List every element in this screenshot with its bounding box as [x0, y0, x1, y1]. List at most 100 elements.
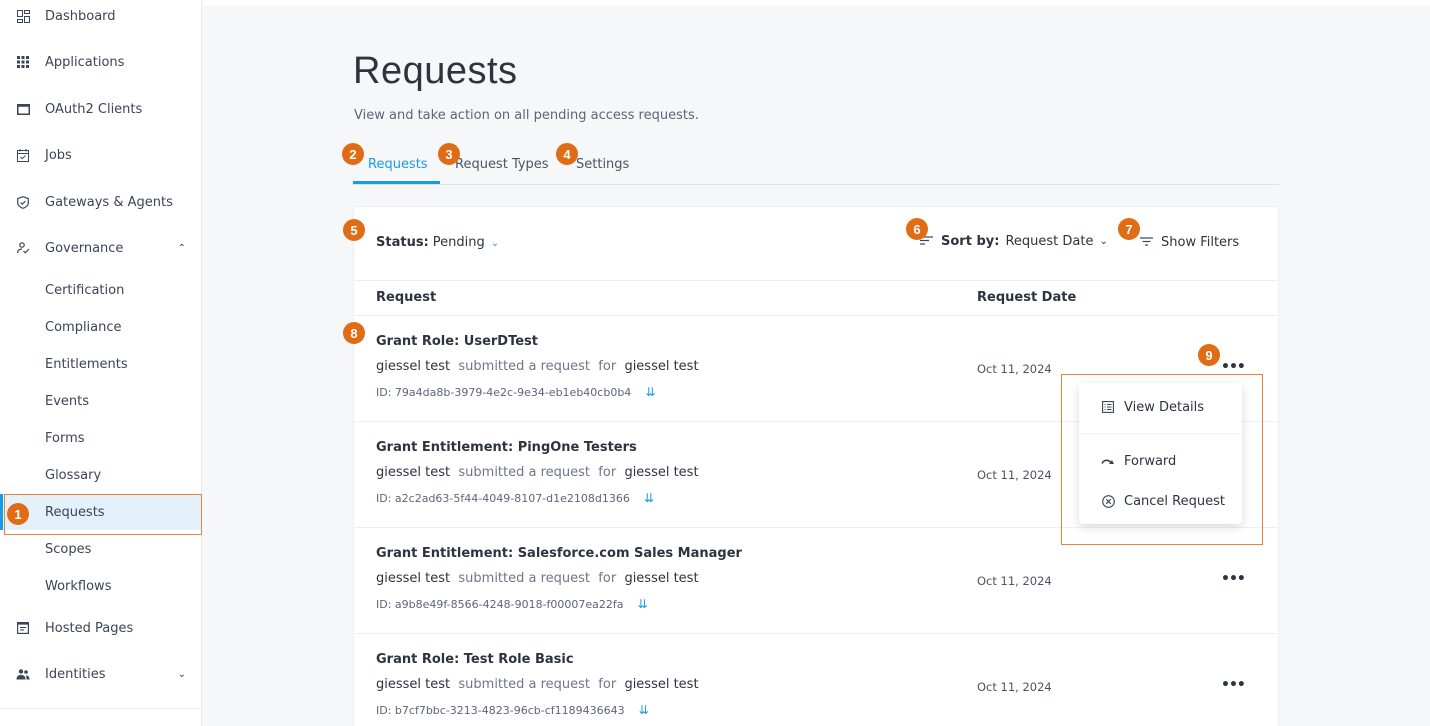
sidebar-item-compliance[interactable]: Compliance: [0, 309, 202, 345]
sidebar-item-entitlements[interactable]: Entitlements: [0, 346, 202, 382]
status-filter-dropdown[interactable]: Status: Pending ⌄: [376, 235, 499, 250]
row-actions-menu: View Details Forward Cancel Request: [1079, 383, 1242, 524]
sort-value: Request Date: [1005, 234, 1094, 249]
request-id: ID: a9b8e49f-8566-4248-9018-f00007ea22fa…: [376, 597, 648, 611]
sidebar-item-hosted-pages[interactable]: Hosted Pages: [0, 610, 202, 646]
chevron-down-icon[interactable]: ⌄: [178, 669, 186, 680]
sidebar-item-workflows[interactable]: Workflows: [0, 568, 202, 604]
request-title: Grant Entitlement: Salesforce.com Sales …: [376, 546, 742, 561]
dashboard-icon: [15, 8, 31, 24]
request-date: Oct 11, 2024: [977, 362, 1052, 376]
sidebar-item-label: Dashboard: [45, 8, 116, 24]
sidebar-item-label: Applications: [45, 54, 125, 70]
request-action: submitted a request: [458, 359, 591, 374]
request-action: submitted a request: [458, 571, 591, 586]
request-title: Grant Entitlement: PingOne Testers: [376, 440, 637, 455]
sidebar-item-label: Gateways & Agents: [45, 194, 173, 210]
sidebar-item-governance[interactable]: Governance ⌃: [0, 230, 202, 266]
sidebar-item-label: Workflows: [45, 578, 112, 594]
page-title: Requests: [353, 50, 518, 92]
menu-item-view-details[interactable]: View Details: [1079, 392, 1242, 422]
request-id-text: ID: a9b8e49f-8566-4248-9018-f00007ea22fa: [376, 597, 624, 611]
annotation-badge: 5: [343, 219, 365, 241]
request-summary: giessel test submitted a request for gie…: [376, 465, 699, 480]
menu-item-label: Forward: [1124, 453, 1177, 469]
request-for: for: [598, 571, 617, 586]
menu-item-label: Cancel Request: [1124, 493, 1225, 509]
tab-requests[interactable]: Requests: [368, 157, 428, 172]
sidebar-item-events[interactable]: Events: [0, 383, 202, 419]
sidebar-item-label: Entitlements: [45, 356, 128, 372]
sidebar-item-label: Forms: [45, 430, 85, 446]
sidebar-item-scopes[interactable]: Scopes: [0, 531, 202, 567]
cancel-circle-icon: [1101, 494, 1115, 508]
sidebar-item-label: OAuth2 Clients: [45, 101, 143, 117]
request-for: for: [598, 359, 617, 374]
tab-request-types[interactable]: Request Types: [455, 157, 549, 172]
menu-item-cancel-request[interactable]: Cancel Request: [1079, 486, 1242, 516]
sort-label: Sort by:: [941, 234, 1000, 249]
more-actions-icon[interactable]: •••: [1221, 677, 1246, 693]
request-action: submitted a request: [458, 677, 591, 692]
sidebar-item-label: Glossary: [45, 467, 102, 483]
sidebar-item-gateways-agents[interactable]: Gateways & Agents: [0, 184, 202, 220]
request-summary: giessel test submitted a request for gie…: [376, 571, 699, 586]
shield-check-icon: [15, 194, 31, 210]
request-id-text: ID: b7cf7bbc-3213-4823-96cb-cf1189436643: [376, 703, 625, 717]
sidebar-item-jobs[interactable]: Jobs: [0, 137, 202, 173]
column-header-request-date: Request Date: [977, 290, 1077, 305]
request-date: Oct 11, 2024: [977, 468, 1052, 482]
requester-name: giessel test: [376, 571, 451, 586]
request-for: for: [598, 677, 617, 692]
sidebar-item-glossary[interactable]: Glossary: [0, 457, 202, 493]
top-bar: [203, 0, 1430, 6]
request-summary: giessel test submitted a request for gie…: [376, 677, 699, 692]
sidebar-item-requests[interactable]: Requests: [0, 494, 202, 530]
target-name: giessel test: [624, 677, 699, 692]
sidebar-item-label: Identities: [45, 666, 106, 682]
sidebar-divider: [0, 708, 202, 709]
annotation-badge: 1: [7, 503, 29, 525]
sort-dropdown[interactable]: Sort by: Request Date ⌄: [920, 234, 1108, 249]
window-icon: [15, 101, 31, 117]
sidebar-item-label: Governance: [45, 240, 124, 256]
annotation-badge: 8: [343, 322, 365, 344]
expand-icon[interactable]: ⇊: [645, 385, 655, 399]
annotation-badge: 6: [906, 218, 928, 240]
request-action: submitted a request: [458, 465, 591, 480]
calendar-check-icon: [15, 147, 31, 163]
sidebar-item-dashboard[interactable]: Dashboard: [0, 0, 202, 34]
sidebar-item-forms[interactable]: Forms: [0, 420, 202, 456]
divider: [354, 280, 1278, 281]
request-id: ID: b7cf7bbc-3213-4823-96cb-cf1189436643…: [376, 703, 649, 717]
sidebar-item-oauth2-clients[interactable]: OAuth2 Clients: [0, 91, 202, 127]
requester-name: giessel test: [376, 359, 451, 374]
expand-icon[interactable]: ⇊: [644, 491, 654, 505]
sidebar-item-label: Requests: [45, 504, 105, 520]
sidebar-item-applications[interactable]: Applications: [0, 44, 202, 80]
active-tab-indicator: [353, 181, 440, 184]
more-actions-icon[interactable]: •••: [1221, 359, 1246, 375]
expand-icon[interactable]: ⇊: [639, 703, 649, 717]
requester-name: giessel test: [376, 465, 451, 480]
annotation-badge: 2: [342, 143, 364, 165]
target-name: giessel test: [624, 571, 699, 586]
sidebar-item-certification[interactable]: Certification: [0, 272, 202, 308]
status-value: Pending: [432, 235, 485, 250]
tab-bar: Requests Request Types Settings: [353, 146, 1279, 185]
requester-name: giessel test: [376, 677, 451, 692]
more-actions-icon[interactable]: •••: [1221, 571, 1246, 587]
menu-item-forward[interactable]: Forward: [1079, 446, 1242, 476]
expand-icon[interactable]: ⇊: [638, 597, 648, 611]
tab-settings[interactable]: Settings: [576, 157, 629, 172]
request-id-text: ID: 79a4da8b-3979-4e2c-9e34-eb1eb40cb0b4: [376, 385, 632, 399]
sidebar-item-label: Hosted Pages: [45, 620, 134, 636]
annotation-badge: 7: [1118, 218, 1140, 240]
show-filters-button[interactable]: Show Filters: [1140, 235, 1239, 250]
sidebar-item-identities[interactable]: Identities ⌄: [0, 656, 202, 692]
chevron-up-icon[interactable]: ⌃: [178, 243, 186, 254]
sidebar-item-label: Jobs: [45, 147, 72, 163]
annotation-badge: 3: [438, 143, 460, 165]
menu-item-label: View Details: [1124, 399, 1205, 415]
page-subtitle: View and take action on all pending acce…: [354, 108, 699, 123]
